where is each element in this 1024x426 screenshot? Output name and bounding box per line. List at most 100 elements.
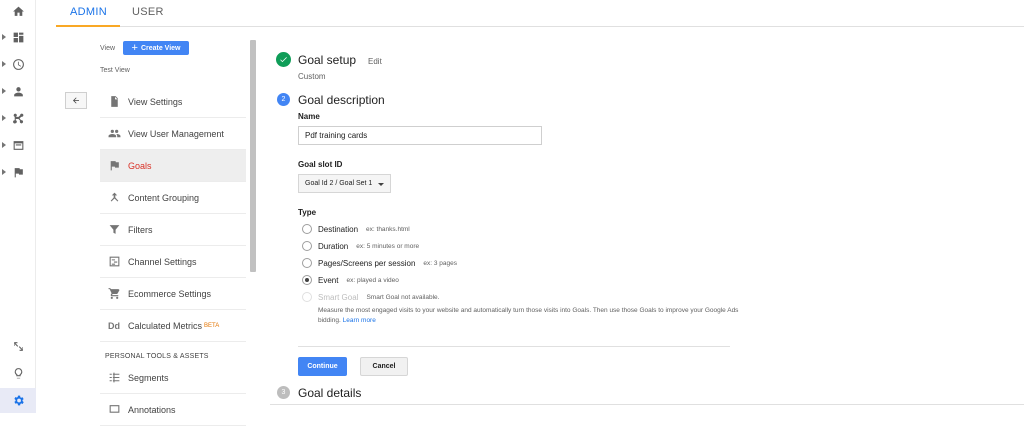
- goal-setup-value: Custom: [298, 72, 326, 81]
- plus-icon: +: [131, 42, 138, 54]
- document-icon: [100, 95, 128, 108]
- type-option-label: Destination: [318, 224, 359, 234]
- step-number-badge: 3: [277, 386, 290, 399]
- clock-icon[interactable]: [0, 53, 36, 75]
- goal-slot-label: Goal slot ID: [298, 160, 343, 169]
- flag-icon[interactable]: [0, 161, 36, 183]
- cart-icon: [100, 287, 128, 300]
- menu-item-label: Calculated Metrics: [128, 320, 203, 331]
- person-icon[interactable]: [0, 80, 36, 102]
- type-option-hint: ex: thanks.html: [366, 225, 410, 233]
- radio-button[interactable]: [302, 224, 312, 234]
- smart-goal-description: Measure the most engaged visits to your …: [318, 306, 748, 326]
- goal-description-title: Goal description: [298, 93, 385, 107]
- menu-item-goals[interactable]: Goals: [100, 150, 246, 182]
- home-icon[interactable]: [0, 0, 36, 22]
- view-column: View + Create View Test View View Settin…: [56, 28, 260, 426]
- menu-item-segments[interactable]: Segments: [100, 362, 246, 394]
- smart-goal-text: Measure the most engaged visits to your …: [318, 307, 739, 324]
- menu-item-label: View User Management: [128, 128, 224, 139]
- tab-user[interactable]: USER: [132, 0, 164, 27]
- current-view-name: Test View: [100, 67, 130, 74]
- menu-item-label: Goals: [128, 160, 152, 171]
- left-nav-rail: [0, 0, 36, 413]
- lightbulb-icon[interactable]: [0, 362, 36, 384]
- menu-item-view-user-management[interactable]: View User Management: [100, 118, 246, 150]
- continue-button[interactable]: Continue: [298, 357, 347, 376]
- flag-icon: [100, 159, 128, 172]
- goal-slot-select[interactable]: Goal Id 2 / Goal Set 1: [298, 174, 391, 193]
- type-option-hint: ex: 3 pages: [423, 259, 457, 267]
- menu-item-label: Ecommerce Settings: [128, 288, 212, 299]
- menu-item-label: Filters: [128, 224, 153, 235]
- menu-item-view-settings[interactable]: View Settings: [100, 86, 246, 118]
- segments-icon: [100, 371, 128, 384]
- menu-item-filters[interactable]: Filters: [100, 214, 246, 246]
- view-menu: View Settings View User Management Goals…: [100, 86, 246, 342]
- tools-menu: Segments Annotations: [100, 362, 246, 426]
- goal-slot-value: Goal Id 2 / Goal Set 1: [305, 180, 373, 187]
- type-option-label: Duration: [318, 241, 349, 251]
- view-menu-scrollbar[interactable]: [250, 40, 256, 272]
- people-icon: [100, 127, 128, 140]
- create-view-label: Create View: [140, 44, 181, 52]
- type-label: Type: [298, 208, 317, 217]
- back-arrow-icon: [73, 97, 79, 104]
- divider: [298, 346, 730, 347]
- radio-button-disabled: [302, 292, 312, 302]
- channel-icon: [100, 255, 128, 268]
- dashboard-icon[interactable]: [0, 26, 36, 48]
- step-complete-icon: [276, 52, 291, 67]
- menu-item-channel-settings[interactable]: Channel Settings: [100, 246, 246, 278]
- menu-item-annotations[interactable]: Annotations: [100, 394, 246, 426]
- menu-item-label: Segments: [128, 372, 169, 383]
- menu-item-label: Annotations: [128, 404, 176, 415]
- type-option-label: Smart Goal: [318, 292, 359, 302]
- create-view-button[interactable]: + Create View: [123, 41, 189, 55]
- filter-icon: [100, 223, 128, 236]
- type-option-hint: ex: played a video: [346, 276, 399, 284]
- step-number-badge: 2: [277, 93, 290, 106]
- radio-button[interactable]: [302, 241, 312, 251]
- type-option-label: Pages/Screens per session: [318, 258, 416, 268]
- menu-item-label: View Settings: [128, 96, 183, 107]
- gear-icon[interactable]: [0, 388, 36, 413]
- behavior-icon[interactable]: [0, 134, 36, 156]
- share-icon[interactable]: [0, 335, 36, 357]
- cancel-button[interactable]: Cancel: [360, 357, 408, 376]
- goal-setup-edit-link[interactable]: Edit: [368, 57, 382, 66]
- admin-user-tabs: ADMIN USER: [56, 0, 1024, 27]
- grouping-icon: [100, 191, 128, 204]
- type-option-event[interactable]: Event ex: played a video: [302, 275, 399, 285]
- personal-tools-heading: PERSONAL TOOLS & ASSETS: [105, 353, 209, 360]
- menu-item-ecommerce-settings[interactable]: Ecommerce Settings: [100, 278, 246, 310]
- radio-button-selected[interactable]: [302, 275, 312, 285]
- type-option-duration[interactable]: Duration ex: 5 minutes or more: [302, 241, 419, 251]
- menu-item-label: Content Grouping: [128, 192, 200, 203]
- radio-button[interactable]: [302, 258, 312, 268]
- beta-badge: BETA: [204, 322, 220, 329]
- goal-name-input[interactable]: Pdf training cards: [298, 126, 542, 145]
- chevron-down-icon: [378, 183, 384, 186]
- type-option-hint: Smart Goal not available.: [366, 293, 440, 301]
- type-option-hint: ex: 5 minutes or more: [356, 242, 420, 250]
- acquisition-icon[interactable]: [0, 107, 36, 129]
- goal-details-title: Goal details: [298, 386, 362, 400]
- back-button[interactable]: [65, 92, 87, 109]
- menu-item-label: Channel Settings: [128, 256, 197, 267]
- annotations-icon: [100, 403, 128, 416]
- tab-admin[interactable]: ADMIN: [70, 0, 107, 27]
- menu-item-content-grouping[interactable]: Content Grouping: [100, 182, 246, 214]
- view-label: View: [100, 45, 116, 52]
- active-tab-indicator: [56, 25, 120, 27]
- menu-item-calculated-metrics[interactable]: Dd Calculated Metrics BETA: [100, 310, 246, 342]
- type-option-destination[interactable]: Destination ex: thanks.html: [302, 224, 410, 234]
- type-option-smart-goal: Smart Goal Smart Goal not available.: [302, 292, 439, 302]
- name-field-label: Name: [298, 112, 320, 121]
- type-option-pages-per-session[interactable]: Pages/Screens per session ex: 3 pages: [302, 258, 457, 268]
- type-option-label: Event: [318, 275, 339, 285]
- learn-more-link[interactable]: Learn more: [343, 317, 376, 324]
- divider: [270, 404, 1024, 405]
- goal-setup-title: Goal setup: [298, 53, 357, 67]
- goal-editor: Goal setup Edit Custom 2 Goal descriptio…: [270, 28, 1024, 413]
